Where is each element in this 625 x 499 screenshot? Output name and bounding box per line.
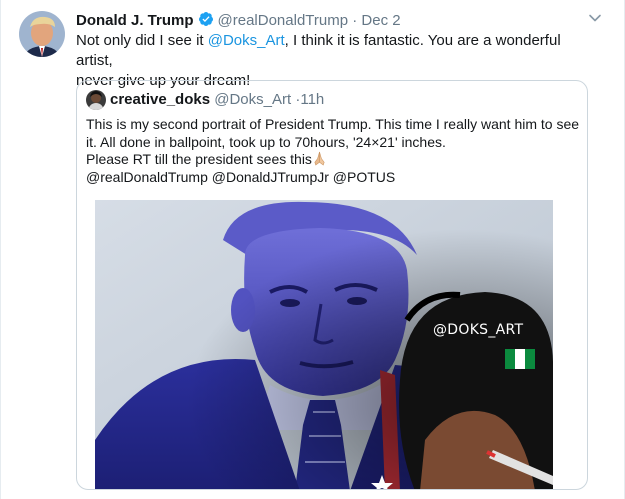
author-name[interactable]: Donald J. Trump <box>76 12 194 29</box>
mention-link[interactable]: @Doks_Art <box>208 32 285 49</box>
quoted-mentions-line[interactable]: @realDonaldTrump @DonaldJTrumpJr @POTUS <box>86 169 582 187</box>
quoted-time[interactable]: 11h <box>300 91 324 108</box>
quoted-media-image[interactable]: @DOKS_ART <box>95 200 553 489</box>
quoted-line-3-text: Please RT till the president sees this <box>86 151 312 167</box>
quoted-author-handle[interactable]: @Doks_Art <box>214 91 291 108</box>
tweet-date[interactable]: Dec 2 <box>361 12 400 29</box>
quoted-line-2: it. All done in ballpoint, took up to 70… <box>86 133 446 150</box>
tweet-text-part1: Not only did I see it <box>76 32 208 49</box>
author-avatar[interactable] <box>19 11 65 57</box>
quoted-text: This is my second portrait of President … <box>86 116 582 186</box>
author-handle[interactable]: @realDonaldTrump <box>218 12 349 29</box>
tweet-card[interactable]: Donald J. Trump @realDonaldTrump · Dec 2 … <box>0 0 625 499</box>
verified-badge-icon <box>198 11 214 27</box>
quoted-tweet[interactable]: creative_doks @Doks_Art ·11h This is my … <box>76 80 588 490</box>
folded-hands-emoji-icon <box>312 151 327 166</box>
nigeria-flag-icon <box>505 349 535 369</box>
tweet-header: Donald J. Trump @realDonaldTrump · Dec 2 <box>76 11 401 29</box>
chevron-down-icon[interactable] <box>588 11 602 25</box>
quoted-line-3: Please RT till the president sees this <box>86 151 582 169</box>
media-watermark: @DOKS_ART <box>433 322 524 338</box>
header-separator: · <box>352 12 358 29</box>
quoted-author-avatar[interactable] <box>86 90 106 110</box>
quoted-header: creative_doks @Doks_Art ·11h <box>110 91 324 109</box>
quoted-line-1: This is my second portrait of President … <box>86 116 580 132</box>
quoted-author-name[interactable]: creative_doks <box>110 91 210 108</box>
